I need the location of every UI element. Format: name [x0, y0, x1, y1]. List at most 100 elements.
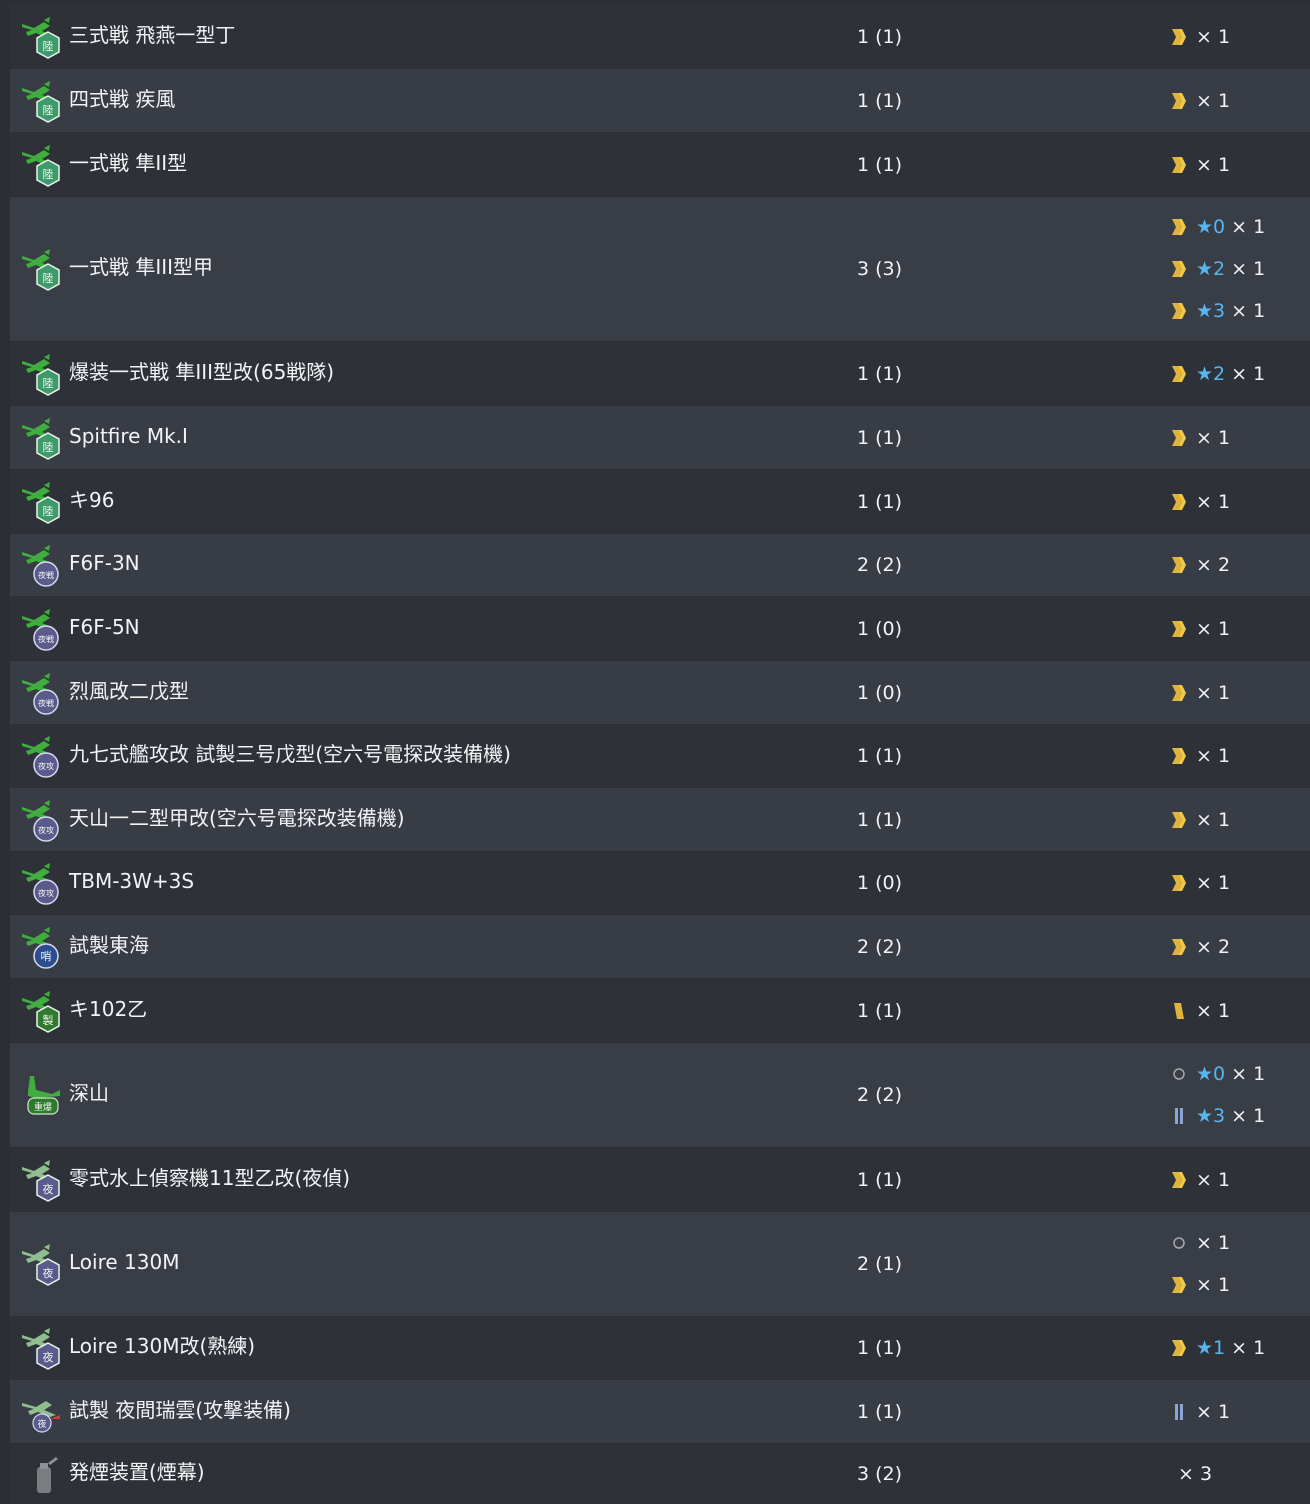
- table-row[interactable]: 製 キ102乙 1 (1) × 1: [10, 979, 1310, 1042]
- proficiency-entry: × 1: [1170, 153, 1230, 177]
- proficiency-list: × 1: [1170, 725, 1310, 787]
- bar-proficiency-icon: [1170, 1001, 1188, 1021]
- table-row[interactable]: 陸 キ96 1 (1) × 1: [10, 470, 1310, 533]
- table-row[interactable]: 夜 Loire 130M改(熟練) 1 (1) ★1 × 1: [10, 1317, 1310, 1379]
- army-fighter-icon: 陸: [20, 351, 66, 397]
- svg-text:陸: 陸: [43, 168, 54, 181]
- quantity-multiplier: × 1: [1196, 1168, 1231, 1191]
- equipment-count: 3 (3): [857, 258, 903, 280]
- chevron-proficiency-icon: [1170, 1275, 1188, 1295]
- table-row[interactable]: 夜 試製 夜間瑞雲(攻撃装備) 1 (1) × 1: [10, 1380, 1310, 1443]
- proficiency-entry: × 1: [1170, 490, 1230, 514]
- quantity-multiplier: × 1: [1231, 216, 1266, 238]
- smoke-generator-icon: [20, 1451, 66, 1497]
- chevron-proficiency-icon: [1170, 364, 1188, 384]
- quantity-multiplier: × 1: [1196, 26, 1231, 48]
- equipment-count: 1 (1): [857, 999, 903, 1022]
- night-attacker-icon: 夜攻: [20, 733, 66, 779]
- table-row[interactable]: 夜 Loire 130M 2 (1) × 1 × 1: [10, 1212, 1310, 1316]
- proficiency-list: × 1: [1170, 406, 1310, 469]
- quantity-multiplier: × 1: [1196, 1232, 1231, 1254]
- chevron-proficiency-icon: [1170, 873, 1188, 893]
- table-row[interactable]: 夜戦 烈風改二戊型 1 (0) × 1: [10, 661, 1310, 724]
- improvement-star: ★3: [1196, 1105, 1226, 1127]
- equipment-name: F6F-5N: [69, 614, 140, 639]
- chevron-proficiency-icon: [1170, 492, 1188, 512]
- chevron-proficiency-icon: [1170, 155, 1188, 175]
- quantity-multiplier: × 1: [1231, 1337, 1266, 1359]
- quantity-multiplier: × 1: [1196, 153, 1231, 176]
- table-row[interactable]: 陸 一式戦 隼III型甲 3 (3) ★0 × 1 ★2 × 1 ★3 × 1: [10, 197, 1310, 341]
- table-row[interactable]: 哨 試製東海 2 (2) × 2: [10, 915, 1310, 978]
- army-fighter-icon: 陸: [20, 78, 66, 124]
- equipment-name: 発煙装置(煙幕): [69, 1460, 205, 1484]
- proficiency-entry: ★0 × 1: [1170, 1062, 1265, 1086]
- proficiency-list: × 1: [1170, 69, 1310, 132]
- table-row[interactable]: 陸 Spitfire Mk.I 1 (1) × 1: [10, 406, 1310, 469]
- improvement-star: ★0: [1196, 216, 1226, 238]
- night-seaplane-icon: 夜: [20, 1325, 66, 1371]
- chevron-proficiency-icon: [1170, 217, 1188, 237]
- quantity-multiplier: × 1: [1196, 426, 1231, 449]
- svg-text:夜戦: 夜戦: [38, 570, 54, 580]
- table-row[interactable]: 夜戦 F6F-3N 2 (2) × 2: [10, 534, 1310, 596]
- table-row[interactable]: 夜攻 TBM-3W+3S 1 (0) × 1: [10, 852, 1310, 914]
- patrol-plane-icon: 哨: [20, 924, 66, 970]
- chevron-proficiency-icon: [1170, 27, 1188, 47]
- equipment-name: Spitfire Mk.I: [69, 423, 188, 448]
- chevron-proficiency-icon: [1170, 1170, 1188, 1190]
- equipment-list: 陸 三式戦 飛燕一型丁 1 (1) × 1 陸 四式戦 疾風 1 (1) × 1 陸 一…: [0, 0, 1310, 1504]
- svg-text:夜攻: 夜攻: [38, 888, 54, 898]
- improvement-star: ★2: [1196, 362, 1226, 385]
- proficiency-entry: × 1: [1170, 89, 1230, 113]
- table-row[interactable]: 陸 爆装一式戦 隼III型改(65戦隊) 1 (1) ★2 × 1: [10, 342, 1310, 405]
- proficiency-entry: × 1: [1170, 1168, 1230, 1192]
- table-row[interactable]: 夜戦 F6F-5N 1 (0) × 1: [10, 597, 1310, 660]
- table-row[interactable]: 夜攻 天山一二型甲改(空六号電探改装備機) 1 (1) × 1: [10, 788, 1310, 851]
- proficiency-list: × 1 × 1: [1170, 1212, 1310, 1316]
- table-row[interactable]: 陸 三式戦 飛燕一型丁 1 (1) × 1: [10, 5, 1310, 69]
- proficiency-entry: × 2: [1170, 935, 1230, 959]
- svg-text:夜: 夜: [43, 1350, 54, 1364]
- table-row[interactable]: 重爆 深山 2 (2) ★0 × 1 ★3 × 1: [10, 1043, 1310, 1147]
- quantity-multiplier: × 1: [1231, 258, 1266, 280]
- table-row[interactable]: 夜攻 九七式艦攻改 試製三号戊型(空六号電探改装備機) 1 (1) × 1: [10, 725, 1310, 787]
- proficiency-list: × 1: [1170, 661, 1310, 724]
- svg-text:陸: 陸: [43, 505, 54, 518]
- quantity-multiplier: × 1: [1196, 872, 1231, 894]
- equipment-count: 1 (1): [857, 745, 903, 767]
- svg-text:夜攻: 夜攻: [38, 825, 54, 835]
- quantity-multiplier: × 1: [1231, 1063, 1266, 1085]
- night-fighter-icon: 夜戦: [20, 670, 66, 716]
- night-seabomber-icon: 夜: [20, 1389, 66, 1435]
- equipment-count: 2 (2): [857, 935, 903, 958]
- quantity-multiplier: × 2: [1196, 554, 1231, 576]
- army-fighter-icon: 陸: [20, 246, 66, 292]
- equipment-name: 烈風改二戊型: [69, 678, 189, 703]
- equipment-name: 一式戦 隼II型: [69, 150, 188, 175]
- proficiency-entry: × 1: [1170, 426, 1230, 450]
- quantity-multiplier: × 1: [1196, 1274, 1231, 1296]
- svg-text:哨: 哨: [41, 950, 52, 963]
- proficiency-list: × 1: [1170, 1148, 1310, 1211]
- table-row[interactable]: 発煙装置(煙幕) 3 (2) × 3: [10, 1444, 1310, 1504]
- quantity-multiplier: × 2: [1196, 935, 1231, 958]
- chevron-proficiency-icon: [1170, 1338, 1188, 1358]
- table-row[interactable]: 陸 一式戦 隼II型 1 (1) × 1: [10, 133, 1310, 196]
- proficiency-entry: × 2: [1170, 553, 1230, 577]
- svg-text:製: 製: [43, 1013, 54, 1027]
- table-row[interactable]: 夜 零式水上偵察機11型乙改(夜偵) 1 (1) × 1: [10, 1148, 1310, 1211]
- proficiency-entry: × 1: [1170, 744, 1230, 768]
- proficiency-entry: × 1: [1170, 1400, 1230, 1424]
- chevron-proficiency-icon: [1170, 301, 1188, 321]
- quantity-multiplier: × 1: [1196, 89, 1231, 112]
- equipment-name: 三式戦 飛燕一型丁: [69, 23, 236, 47]
- table-row[interactable]: 陸 四式戦 疾風 1 (1) × 1: [10, 69, 1310, 132]
- equipment-count: 1 (1): [857, 426, 903, 449]
- proficiency-list: × 1: [1170, 979, 1310, 1042]
- night-fighter-icon: 夜戦: [20, 606, 66, 652]
- equipment-name: TBM-3W+3S: [69, 869, 195, 893]
- chevron-proficiency-icon: [1170, 259, 1188, 279]
- proficiency-entry: ★0 × 1: [1170, 215, 1265, 239]
- chevron-proficiency-icon: [1170, 91, 1188, 111]
